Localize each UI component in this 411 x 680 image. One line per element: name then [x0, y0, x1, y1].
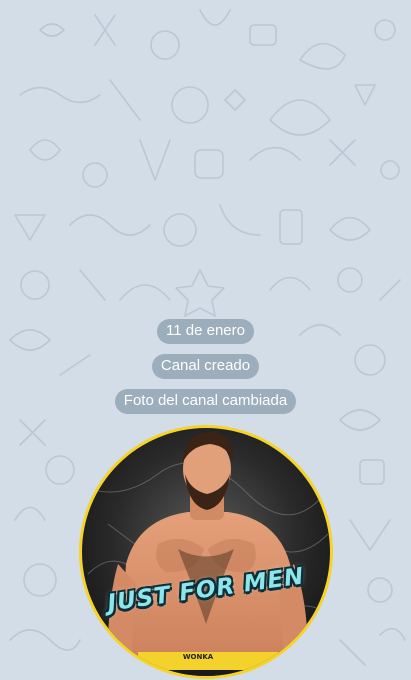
channel-photo[interactable]: JUST FOR MEN WONKA [78, 424, 334, 680]
waistband-text: WONKA [182, 653, 214, 661]
date-badge: 11 de enero [157, 319, 254, 344]
channel-created-message: Canal creado [151, 354, 260, 379]
channel-photo-changed-message: Foto del canal cambiada [114, 389, 297, 414]
channel-photo-image [79, 425, 333, 679]
service-messages: 11 de enero Canal creado Foto del canal … [0, 319, 411, 414]
